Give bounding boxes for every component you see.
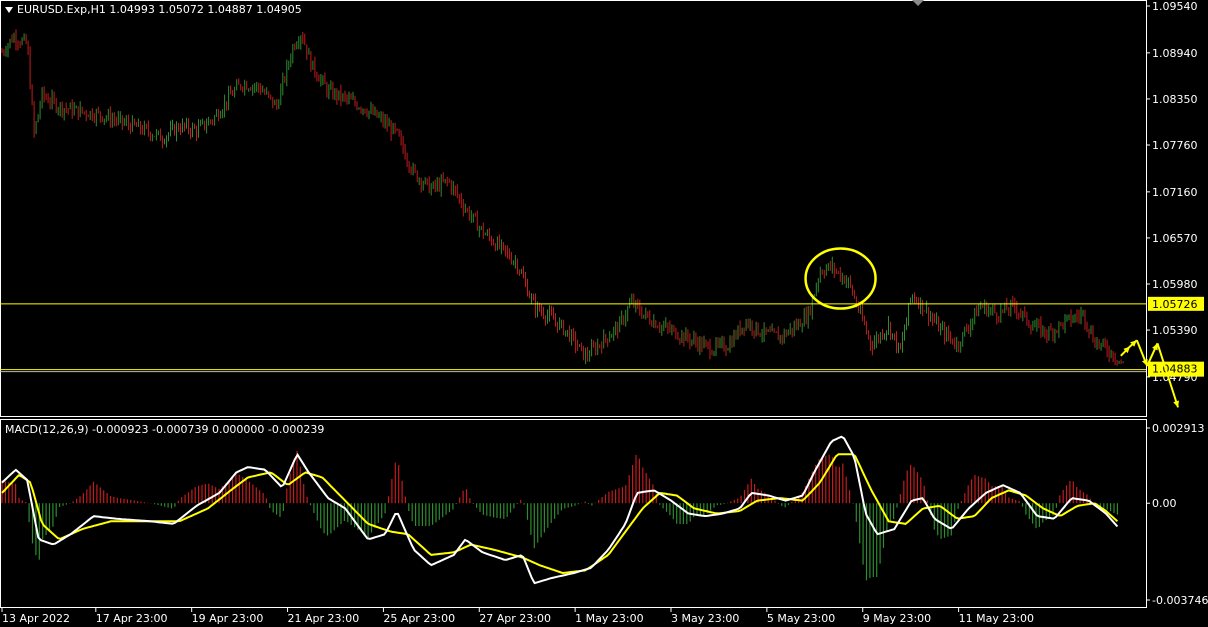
price-levels: 1.05726 1.04883 <box>0 296 1204 377</box>
symbol-header: EURUSD.Exp,H1 1.04993 1.05072 1.04887 1.… <box>2 3 302 16</box>
macd-pane-frame <box>0 419 1147 608</box>
time-tick-label: 27 Apr 23:00 <box>479 612 551 625</box>
annotations <box>804 247 1180 408</box>
time-tick-label: 25 Apr 23:00 <box>383 612 455 625</box>
price-tick-label: 1.07160 <box>1152 186 1198 199</box>
macd-header: MACD(12,26,9) -0.000923 -0.000739 0.0000… <box>5 423 324 436</box>
time-axis: 13 Apr 2022 17 Apr 23:00 19 Apr 23:00 21 Ap… <box>1 608 1034 625</box>
macd-tick-label: -0.003746 <box>1152 594 1208 607</box>
resistance-label: 1.05726 <box>1152 298 1198 311</box>
price-tick-label: 1.05390 <box>1152 324 1198 337</box>
support-label: 1.04883 <box>1152 363 1198 376</box>
price-tick-label: 1.09540 <box>1152 0 1198 13</box>
macd-lines <box>1 435 1119 585</box>
time-tick-label: 1 May 23:00 <box>575 612 643 625</box>
time-tick-label: 17 Apr 23:00 <box>96 612 168 625</box>
signal-line <box>1 453 1119 575</box>
macd-tick-label: 0.00 <box>1152 497 1177 510</box>
macd-histogram <box>1 450 1119 581</box>
chart-shift-marker[interactable] <box>912 0 924 6</box>
macd-info-text: MACD(12,26,9) -0.000923 -0.000739 0.0000… <box>5 423 325 436</box>
price-tick-label: 1.08940 <box>1152 47 1198 60</box>
time-tick-label: 13 Apr 2022 <box>2 612 70 625</box>
price-candles <box>1 29 1124 366</box>
price-tick-label: 1.06570 <box>1152 232 1198 245</box>
price-tick-label: 1.07760 <box>1152 139 1198 152</box>
macd-axis: 0.002913 0.00 -0.003746 <box>1146 422 1208 607</box>
macd-tick-label: 0.002913 <box>1152 422 1205 435</box>
macd-line <box>1 435 1119 585</box>
time-tick-label: 19 Apr 23:00 <box>192 612 264 625</box>
time-tick-label: 11 May 23:00 <box>959 612 1034 625</box>
time-tick-label: 3 May 23:00 <box>671 612 739 625</box>
time-tick-label: 5 May 23:00 <box>767 612 835 625</box>
symbol-info-text: EURUSD.Exp,H1 1.04993 1.05072 1.04887 1.… <box>17 3 302 16</box>
price-tick-label: 1.05980 <box>1152 278 1198 291</box>
price-tick-label: 1.08350 <box>1152 93 1198 106</box>
time-tick-label: 21 Apr 23:00 <box>288 612 360 625</box>
trading-chart[interactable]: 1.09540 1.08940 1.08350 1.07760 1.07160 1.065… <box>0 0 1208 627</box>
price-pane-frame <box>0 0 1147 417</box>
projection-arrowhead <box>1173 400 1180 408</box>
chevron-down-icon[interactable] <box>5 7 13 13</box>
price-axis: 1.09540 1.08940 1.08350 1.07760 1.07160 1.065… <box>1146 0 1198 384</box>
time-tick-label: 9 May 23:00 <box>863 612 931 625</box>
